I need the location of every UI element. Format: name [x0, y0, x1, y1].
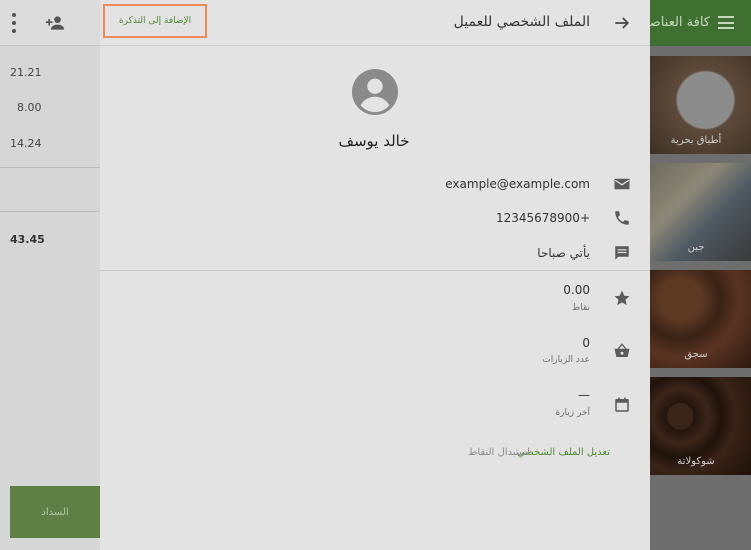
- last-visit-label: آخر زيارة: [555, 408, 590, 418]
- tile-label: سجق: [684, 349, 708, 360]
- divider: [0, 211, 100, 212]
- points-value: 0.00: [563, 283, 590, 297]
- add-to-ticket-button[interactable]: الإضافة إلى التذكرة: [103, 4, 207, 38]
- customer-name: خالد يوسف: [338, 132, 410, 150]
- ticket-toolbar: [0, 0, 100, 46]
- email-icon: [614, 178, 630, 190]
- add-person-icon[interactable]: [45, 14, 65, 32]
- redeem-points-button[interactable]: استبدال النقاط: [468, 447, 530, 458]
- calendar-icon: [615, 397, 629, 412]
- visits-label: عدد الزيارات: [542, 355, 590, 365]
- basket-icon: [614, 343, 630, 357]
- dialog-header: الملف الشخصي للعميل الإضافة إلى التذكرة: [100, 0, 650, 46]
- customer-email: example@example.com: [445, 177, 590, 191]
- last-visit-value: —: [578, 388, 590, 402]
- account-circle-icon: [352, 69, 398, 115]
- line-amount: 14.24: [10, 137, 42, 150]
- line-amount: 21.21: [10, 66, 42, 79]
- items-title: كافة العناصر: [650, 15, 710, 30]
- items-pane: كافة العناصر أطباق بحرية جبن سجق شوكولات…: [650, 0, 751, 550]
- category-tile-chocolate[interactable]: شوكولاتة: [650, 377, 751, 475]
- tile-label: أطباق بحرية: [670, 135, 722, 146]
- phone-icon: [615, 211, 629, 225]
- tile-label: جبن: [687, 242, 705, 253]
- points-label: نقاط: [571, 303, 590, 313]
- visits-value: 0: [582, 336, 590, 350]
- pay-button[interactable]: السداد: [10, 486, 100, 538]
- ticket-pane: 21.21 8.00 14.24 43.45 السداد: [0, 0, 100, 550]
- customer-profile-dialog: الملف الشخصي للعميل الإضافة إلى التذكرة …: [100, 0, 650, 550]
- comment-icon: [615, 246, 629, 260]
- divider: [0, 167, 100, 168]
- hamburger-menu-icon[interactable]: [718, 16, 734, 29]
- star-icon: [614, 290, 630, 306]
- items-toolbar: كافة العناصر: [650, 0, 751, 46]
- ticket-total: 43.45: [10, 233, 45, 246]
- dialog-title: الملف الشخصي للعميل: [453, 14, 590, 30]
- category-tile-cheese[interactable]: جبن: [650, 163, 751, 261]
- category-tile-sausage[interactable]: سجق: [650, 270, 751, 368]
- section-divider: [100, 270, 650, 271]
- edit-profile-button[interactable]: تعديل الملف الشخصي: [517, 447, 610, 458]
- tile-label: شوكولاتة: [677, 456, 715, 467]
- customer-phone: +12345678900: [495, 211, 590, 225]
- arrow-back-icon[interactable]: [612, 13, 632, 33]
- category-tile-seafood[interactable]: أطباق بحرية: [650, 56, 751, 154]
- customer-note: يأتي صباحا: [537, 246, 590, 260]
- more-vert-icon[interactable]: [11, 13, 17, 33]
- line-amount: 8.00: [17, 101, 42, 114]
